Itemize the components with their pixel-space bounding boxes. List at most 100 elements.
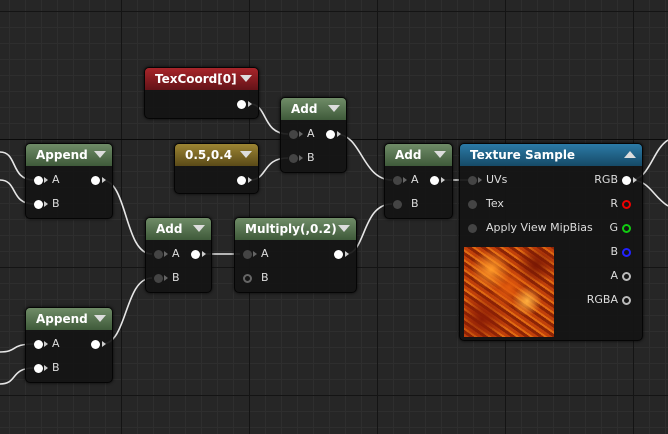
output-b-label: B [610,245,618,258]
texture-thumbnail [464,247,554,337]
multiply-node-header[interactable]: Multiply(,0.2) [235,218,356,240]
add-node-top[interactable]: Add A B [280,97,347,173]
constant-vector-node-header[interactable]: 0.5,0.4 [175,144,258,166]
output-pin-rgba-icon[interactable] [622,296,631,305]
output-pin-r-icon[interactable] [622,200,631,209]
chevron-down-icon[interactable] [338,225,350,232]
pin-arrow-icon [441,177,445,183]
input-pin-uvs-icon[interactable] [468,176,477,185]
texture-sample-node-header[interactable]: Texture Sample [460,144,642,166]
chevron-down-icon[interactable] [328,105,340,112]
texture-sample-title: Texture Sample [470,148,576,162]
input-pin-b-icon[interactable] [34,364,43,373]
chevron-down-icon[interactable] [193,225,205,232]
output-pin-icon[interactable] [191,250,200,259]
add-node-right[interactable]: Add A B [384,143,453,219]
add-node-middle[interactable]: Add A B [145,217,212,293]
chevron-up-icon[interactable] [624,151,636,158]
pin-arrow-icon [248,177,252,183]
output-pin-icon[interactable] [326,130,335,139]
pin-arrow-icon [345,251,349,257]
pin-arrow-icon [102,341,106,347]
pin-b-label: B [172,271,180,284]
pin-a-label: A [307,127,315,140]
output-pin-icon[interactable] [91,340,100,349]
add-node-right-header[interactable]: Add [385,144,452,166]
output-pin-a-icon[interactable] [622,272,631,281]
input-pin-b-icon[interactable] [393,200,402,209]
pin-a-label: A [52,173,60,186]
chevron-down-icon[interactable] [434,151,446,158]
input-pin-a-icon[interactable] [154,250,163,259]
pin-a-label: A [172,247,180,260]
output-g-label: G [609,221,618,234]
chevron-down-icon[interactable] [240,151,252,158]
pin-arrow-icon [44,177,48,183]
pin-a-label: A [411,173,419,186]
multiply-title: Multiply(,0.2) [245,222,337,236]
input-pin-b-icon[interactable] [34,200,43,209]
pin-arrow-icon [253,251,257,257]
append-node-top[interactable]: Append A B [25,143,113,219]
input-tex-label: Tex [486,197,504,210]
output-a-label: A [610,269,618,282]
append-node-top-header[interactable]: Append [26,144,112,166]
input-pin-a-icon[interactable] [289,130,298,139]
append-bottom-title: Append [36,312,88,326]
chevron-down-icon[interactable] [240,75,252,82]
output-pin-icon[interactable] [430,176,439,185]
output-rgba-label: RGBA [586,293,618,306]
input-pin-mipbias-icon[interactable] [468,224,477,233]
output-pin-rgb-icon[interactable] [622,176,631,185]
input-pin-a-icon[interactable] [243,250,252,259]
output-pin-icon[interactable] [91,176,100,185]
texcoord-title: TexCoord[0] [155,72,237,86]
pin-arrow-icon [337,131,341,137]
pin-arrow-icon [164,275,168,281]
constant-vector-node[interactable]: 0.5,0.4 [174,143,259,194]
input-mipbias-label: Apply View MipBias [486,221,593,234]
append-top-title: Append [36,148,88,162]
input-uvs-label: UVs [486,173,508,186]
pin-arrow-icon [44,201,48,207]
input-pin-a-icon[interactable] [34,340,43,349]
input-pin-a-icon[interactable] [393,176,402,185]
chevron-down-icon[interactable] [94,315,106,322]
texcoord-node-header[interactable]: TexCoord[0] [145,68,258,90]
output-rgb-label: RGB [594,173,618,186]
output-pin-icon[interactable] [334,250,343,259]
add-node-middle-header[interactable]: Add [146,218,211,240]
pin-arrow-icon [633,177,637,183]
output-pin-b-icon[interactable] [622,248,631,257]
pin-arrow-icon [44,365,48,371]
input-pin-b-icon[interactable] [154,274,163,283]
pin-arrow-icon [102,177,106,183]
add-node-top-header[interactable]: Add [281,98,346,120]
pin-arrow-icon [202,251,206,257]
input-pin-b-icon[interactable] [243,274,252,283]
input-pin-a-icon[interactable] [34,176,43,185]
pin-b-label: B [307,151,315,164]
constant-vector-title: 0.5,0.4 [185,148,233,162]
pin-arrow-icon [478,177,482,183]
pin-arrow-icon [44,341,48,347]
texcoord-node[interactable]: TexCoord[0] [144,67,259,119]
pin-arrow-icon [299,155,303,161]
output-pin-icon[interactable] [237,176,246,185]
append-node-bottom[interactable]: Append A B [25,307,113,383]
chevron-down-icon[interactable] [94,151,106,158]
pin-arrow-icon [299,131,303,137]
pin-arrow-icon [164,251,168,257]
append-node-bottom-header[interactable]: Append [26,308,112,330]
pin-arrow-icon [403,177,407,183]
output-pin-g-icon[interactable] [622,224,631,233]
output-pin-icon[interactable] [237,100,246,109]
input-pin-b-icon[interactable] [289,154,298,163]
input-pin-tex-icon[interactable] [468,200,477,209]
pin-b-label: B [411,197,419,210]
texture-sample-node[interactable]: Texture Sample UVs Tex Apply View MipBia… [459,143,643,341]
multiply-node[interactable]: Multiply(,0.2) A B [234,217,357,293]
output-r-label: R [610,197,618,210]
add-right-title: Add [395,148,422,162]
add-top-title: Add [291,102,318,116]
